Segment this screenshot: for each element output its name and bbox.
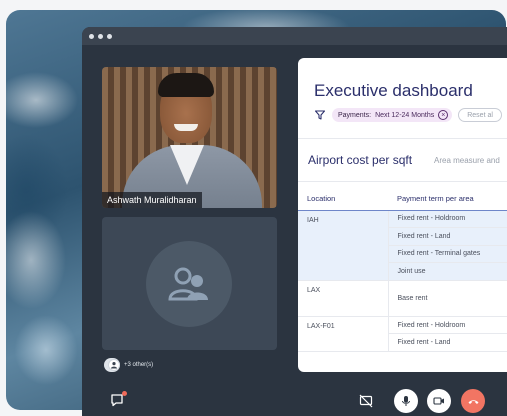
payment-term-cell: Fixed rent - Terminal gates	[388, 245, 507, 264]
window-titlebar	[82, 27, 507, 45]
participant-hair	[158, 73, 214, 97]
participant-smile	[174, 124, 198, 131]
end-call-button[interactable]	[461, 389, 485, 413]
location-cell: IAH	[298, 210, 389, 281]
remove-filter-icon[interactable]: ×	[438, 110, 449, 120]
payment-term-cell: Base rent	[388, 280, 507, 317]
participant-video-tile[interactable]: Ashwath Muralidharan	[102, 67, 277, 208]
table-row[interactable]: IAH Fixed rent - Holdroom	[298, 210, 507, 281]
payment-term-cell: Joint use	[388, 262, 507, 281]
table-row[interactable]: LAX Base rent	[298, 280, 507, 317]
section-title: Airport cost per sqft	[308, 153, 413, 167]
screen-share-button[interactable]	[354, 389, 378, 413]
participants-group-icon	[168, 267, 208, 301]
participant-name-label: Ashwath Muralidharan	[102, 192, 202, 208]
location-cell: LAX	[298, 280, 389, 317]
chat-button[interactable]	[110, 391, 127, 409]
video-camera-icon	[433, 397, 444, 405]
person-icon	[111, 362, 117, 369]
filter-chip-key: Payments:	[338, 111, 372, 119]
filter-icon[interactable]	[314, 109, 326, 121]
table-row[interactable]: LAX-F01 Fixed rent - Holdroom	[298, 316, 507, 353]
window-close-dot[interactable]	[89, 33, 94, 39]
payment-term-cell: Fixed rent - Holdroom	[388, 210, 507, 229]
cost-table: Location Payment term per area IAH Fixed…	[298, 188, 507, 353]
empty-participant-tile[interactable]	[102, 217, 277, 350]
payment-term-cell: Fixed rent - Holdroom	[388, 316, 507, 335]
screen-share-off-icon	[359, 394, 373, 408]
payments-filter-chip[interactable]: Payments: Next 12-24 Months ×	[332, 108, 453, 122]
others-avatar-stack	[104, 358, 120, 372]
divider	[298, 138, 507, 139]
participants-placeholder-avatar	[146, 241, 232, 327]
payment-term-cell: Fixed rent - Land	[388, 227, 507, 246]
microphone-icon	[402, 396, 410, 406]
dashboard-title: Executive dashboard	[314, 81, 473, 100]
payment-term-cell: Fixed rent - Land	[388, 333, 507, 353]
other-participants-indicator[interactable]: +3 other(s)	[104, 358, 153, 372]
camera-button[interactable]	[427, 389, 451, 413]
section-subtitle: Area measure and	[434, 156, 500, 165]
microphone-button[interactable]	[394, 389, 418, 413]
executive-dashboard-panel: Executive dashboard Payments: Next 12-24…	[298, 58, 507, 372]
phone-hangup-icon	[468, 399, 478, 404]
others-count-label: +3 other(s)	[124, 362, 154, 368]
reset-all-button[interactable]: Reset al	[458, 108, 502, 122]
column-header-payment-term[interactable]: Payment term per area	[388, 188, 507, 211]
column-header-location[interactable]: Location	[298, 188, 388, 211]
filter-bar: Payments: Next 12-24 Months × Reset al	[314, 108, 502, 122]
divider	[298, 181, 507, 182]
chat-notification-dot	[122, 391, 127, 396]
window-maximize-dot[interactable]	[107, 33, 112, 39]
location-cell: LAX-F01	[298, 316, 389, 353]
window-minimize-dot[interactable]	[98, 33, 103, 39]
filter-chip-value: Next 12-24 Months	[375, 111, 435, 119]
table-header-row: Location Payment term per area	[298, 188, 507, 211]
